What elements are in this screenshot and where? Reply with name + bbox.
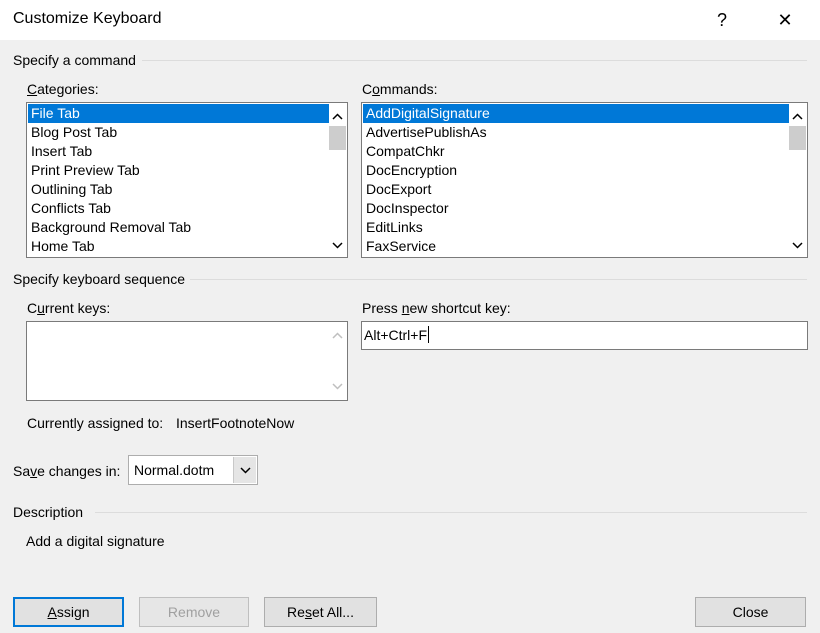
list-item[interactable]: Outlining Tab	[28, 180, 329, 199]
scroll-up-icon	[329, 327, 346, 344]
help-button[interactable]: ?	[706, 6, 738, 34]
section-divider	[95, 512, 807, 513]
commands-listbox[interactable]: AddDigitalSignature AdvertisePublishAs Com…	[361, 102, 808, 258]
section-divider	[190, 279, 807, 280]
scroll-down-icon[interactable]	[789, 237, 806, 254]
save-changes-value: Normal.dotm	[134, 462, 215, 478]
list-item[interactable]: File Tab	[28, 104, 329, 123]
current-keys-listbox[interactable]	[26, 321, 348, 401]
current-keys-scrollbar	[329, 323, 346, 399]
list-item[interactable]: Insert Tab	[28, 142, 329, 161]
list-item[interactable]: DocInspector	[363, 199, 789, 218]
list-item[interactable]: Background Removal Tab	[28, 218, 329, 237]
current-keys-label: Current keys:	[27, 300, 111, 316]
help-icon: ?	[716, 9, 727, 30]
keyboard-sequence-heading: Specify keyboard sequence	[13, 271, 185, 287]
list-item[interactable]: CompatChkr	[363, 142, 789, 161]
close-button[interactable]: Close	[695, 597, 806, 627]
commands-scrollbar[interactable]	[789, 104, 806, 256]
scroll-down-icon[interactable]	[329, 237, 346, 254]
list-item[interactable]: DocEncryption	[363, 161, 789, 180]
scroll-down-icon	[329, 378, 346, 395]
list-item[interactable]: AddDigitalSignature	[363, 104, 789, 123]
list-item[interactable]: Print Preview Tab	[28, 161, 329, 180]
close-icon: ✕	[777, 9, 793, 30]
currently-assigned-label: Currently assigned to:	[27, 415, 164, 431]
scroll-up-icon[interactable]	[329, 108, 346, 125]
commands-label: Commands:	[362, 81, 438, 97]
list-item[interactable]: Conflicts Tab	[28, 199, 329, 218]
currently-assigned-value: InsertFootnoteNow	[176, 415, 295, 431]
categories-items: File Tab Blog Post Tab Insert Tab Print Pre…	[28, 104, 329, 256]
specify-command-heading: Specify a command	[13, 52, 136, 68]
categories-scrollbar[interactable]	[329, 104, 346, 256]
scroll-thumb[interactable]	[329, 126, 346, 150]
close-window-button[interactable]: ✕	[769, 6, 801, 34]
reset-all-button[interactable]: Re s et All...	[264, 597, 377, 627]
scroll-thumb[interactable]	[789, 126, 806, 150]
list-item[interactable]: EditLinks	[363, 218, 789, 237]
assign-button[interactable]: Assign	[13, 597, 124, 627]
list-item[interactable]: FaxService	[363, 237, 789, 256]
section-divider	[142, 60, 807, 61]
categories-label: Categories:	[27, 81, 99, 97]
remove-button[interactable]: Remove	[139, 597, 249, 627]
list-item[interactable]: Home Tab	[28, 237, 329, 256]
save-changes-label: Save changes in:	[13, 463, 121, 479]
chevron-down-icon[interactable]	[233, 457, 256, 483]
description-text: Add a digital signature	[26, 533, 165, 549]
dialog-title: Customize Keyboard	[13, 10, 162, 27]
scroll-up-icon[interactable]	[789, 108, 806, 125]
list-item[interactable]: DocExport	[363, 180, 789, 199]
new-shortcut-label: Press new shortcut key:	[362, 300, 511, 316]
title-bar: Customize Keyboard ? ✕	[0, 0, 820, 40]
description-heading: Description	[13, 504, 84, 520]
commands-items: AddDigitalSignature AdvertisePublishAs Com…	[363, 104, 789, 256]
save-changes-select[interactable]: Normal.dotm	[128, 455, 258, 485]
list-item[interactable]: AdvertisePublishAs	[363, 123, 789, 142]
new-shortcut-value: Alt+Ctrl+F	[364, 327, 428, 343]
text-caret	[428, 326, 429, 343]
categories-listbox[interactable]: File Tab Blog Post Tab Insert Tab Print Pre…	[26, 102, 348, 258]
list-item[interactable]: Blog Post Tab	[28, 123, 329, 142]
